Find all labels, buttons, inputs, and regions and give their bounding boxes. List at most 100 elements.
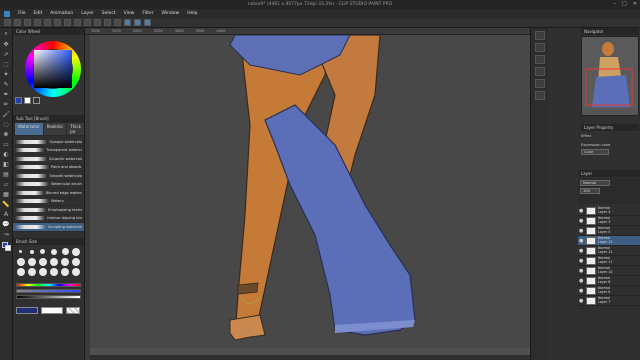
frame-border-icon[interactable]: ▦ (2, 190, 11, 198)
move-tool-icon[interactable]: ✥ (2, 40, 11, 48)
minimize-button[interactable]: – (614, 1, 617, 7)
size-preset[interactable] (72, 247, 81, 256)
eye-icon[interactable]: ● (579, 268, 584, 274)
main-sub-color[interactable] (1, 242, 11, 251)
tab-watercolor[interactable]: Watercolor (15, 123, 43, 135)
sub-color-chip[interactable] (41, 306, 63, 314)
menu-filter[interactable]: Filter (142, 11, 153, 16)
size-preset[interactable] (16, 267, 25, 276)
size-preset[interactable] (16, 257, 25, 266)
snap-special-ruler-icon[interactable] (144, 19, 151, 26)
eraser-icon[interactable]: ▭ (2, 140, 11, 148)
document-canvas[interactable] (90, 34, 530, 348)
snap-grid-icon[interactable] (134, 19, 141, 26)
eye-icon[interactable]: ● (579, 208, 584, 214)
zoom-out-icon[interactable] (534, 43, 545, 52)
copy-icon[interactable] (74, 19, 81, 26)
brush-item[interactable]: Watery (13, 198, 84, 206)
current-color-chip[interactable] (16, 306, 38, 314)
saturation-slider[interactable] (16, 288, 81, 293)
size-preset[interactable] (72, 267, 81, 276)
layer-row[interactable]: ● Normal Layer 10 (578, 266, 640, 276)
zoom-tool-icon[interactable]: ⌕ (2, 30, 11, 38)
size-preset[interactable] (38, 257, 47, 266)
clear-icon[interactable] (54, 19, 61, 26)
hue-slider[interactable] (16, 282, 81, 287)
zoom-in-icon[interactable] (534, 31, 545, 40)
menu-file[interactable]: File (18, 11, 26, 16)
eye-icon[interactable]: ● (579, 278, 584, 284)
expression-color-select[interactable]: Color (581, 149, 609, 155)
sub-color-swatch[interactable] (4, 245, 11, 251)
balloon-icon[interactable]: 💬 (2, 220, 11, 228)
undo-icon[interactable] (34, 19, 41, 26)
menu-view[interactable]: View (124, 11, 135, 16)
value-slider[interactable] (16, 294, 81, 299)
tab-thick-paint[interactable]: Thick pa (67, 123, 84, 135)
paste-icon[interactable] (84, 19, 91, 26)
deselect-icon[interactable] (104, 19, 111, 26)
brush-item[interactable]: Blurred edge watercolor (13, 189, 84, 198)
brush-item[interactable]: Gouache watercolor (13, 155, 84, 164)
layer-row[interactable]: ● Normal Layer 8 (578, 286, 640, 296)
reset-view-icon[interactable] (534, 91, 545, 100)
brush-item[interactable]: Emphasizing texture (13, 206, 84, 215)
layer-row[interactable]: ● Normal Layer 5 (578, 226, 640, 236)
size-preset[interactable] (51, 248, 58, 255)
selection-tool-icon[interactable]: ⬚ (2, 60, 11, 68)
brush-item[interactable]: Paint and absorb (13, 164, 84, 172)
airbrush-icon[interactable]: ◌ (2, 120, 11, 128)
eye-icon[interactable]: ● (579, 298, 584, 304)
redo-icon[interactable] (44, 19, 51, 26)
cut-icon[interactable] (64, 19, 71, 26)
save-icon[interactable] (24, 19, 31, 26)
pencil-tool-icon[interactable]: ✏ (2, 100, 11, 108)
eye-icon[interactable]: ● (579, 258, 584, 264)
transparent-chip[interactable] (66, 306, 80, 314)
text-tool-icon[interactable]: A (2, 210, 11, 218)
sub-color-box[interactable] (24, 97, 31, 104)
correct-line-icon[interactable]: ↝ (2, 230, 11, 238)
size-preset[interactable] (19, 250, 23, 253)
flip-icon[interactable] (534, 79, 545, 88)
brush-item-selected[interactable]: Sculpting watercolor (13, 223, 84, 232)
gradient-icon[interactable]: ▤ (2, 170, 11, 178)
brush-tool-icon[interactable]: 🖌 (2, 110, 11, 118)
menu-edit[interactable]: Edit (34, 11, 43, 16)
brush-item[interactable]: Watercolor brush (13, 181, 84, 189)
eyedropper-icon[interactable]: ✎ (2, 80, 11, 88)
eye-icon[interactable]: ● (579, 218, 584, 224)
layer-row[interactable]: ● Normal Layer 4 (578, 206, 640, 216)
size-preset[interactable] (27, 257, 36, 266)
new-icon[interactable] (4, 19, 11, 26)
tab-realistic[interactable]: Realistic (43, 123, 67, 135)
size-preset[interactable] (61, 257, 70, 266)
menu-animation[interactable]: Animation (50, 11, 73, 16)
decoration-icon[interactable]: ❀ (2, 130, 11, 138)
brush-item[interactable]: Opaque watercolor (13, 138, 84, 147)
fit-window-icon[interactable] (534, 55, 545, 64)
horizontal-scrollbar[interactable] (90, 355, 530, 360)
auto-select-icon[interactable]: ✦ (2, 70, 11, 78)
size-preset[interactable] (50, 267, 59, 276)
size-preset[interactable] (40, 249, 46, 254)
rotate-icon[interactable] (534, 67, 545, 76)
brush-item[interactable]: Intense dipping brush (13, 215, 84, 223)
snap-ruler-icon[interactable] (124, 19, 131, 26)
size-preset[interactable] (29, 249, 34, 254)
blend-mode-select[interactable]: Normal (580, 180, 610, 186)
ruler-icon[interactable]: 📏 (2, 200, 11, 208)
size-preset[interactable] (61, 248, 69, 255)
layer-row[interactable]: ● Normal Layer 11 (578, 256, 640, 266)
main-color-box[interactable] (15, 97, 22, 104)
navigator-thumbnail[interactable] (581, 36, 639, 116)
pen-tool-icon[interactable]: ✒ (2, 90, 11, 98)
transform-icon[interactable] (94, 19, 101, 26)
eye-icon[interactable]: ● (579, 248, 584, 254)
fill-icon[interactable]: ◧ (2, 160, 11, 168)
size-preset[interactable] (50, 257, 59, 266)
size-preset[interactable] (61, 267, 70, 276)
eye-icon[interactable]: ● (579, 228, 584, 234)
layer-row-selected[interactable]: ● Normal Layer 13 (578, 236, 640, 246)
saturation-value-square[interactable] (34, 50, 72, 88)
